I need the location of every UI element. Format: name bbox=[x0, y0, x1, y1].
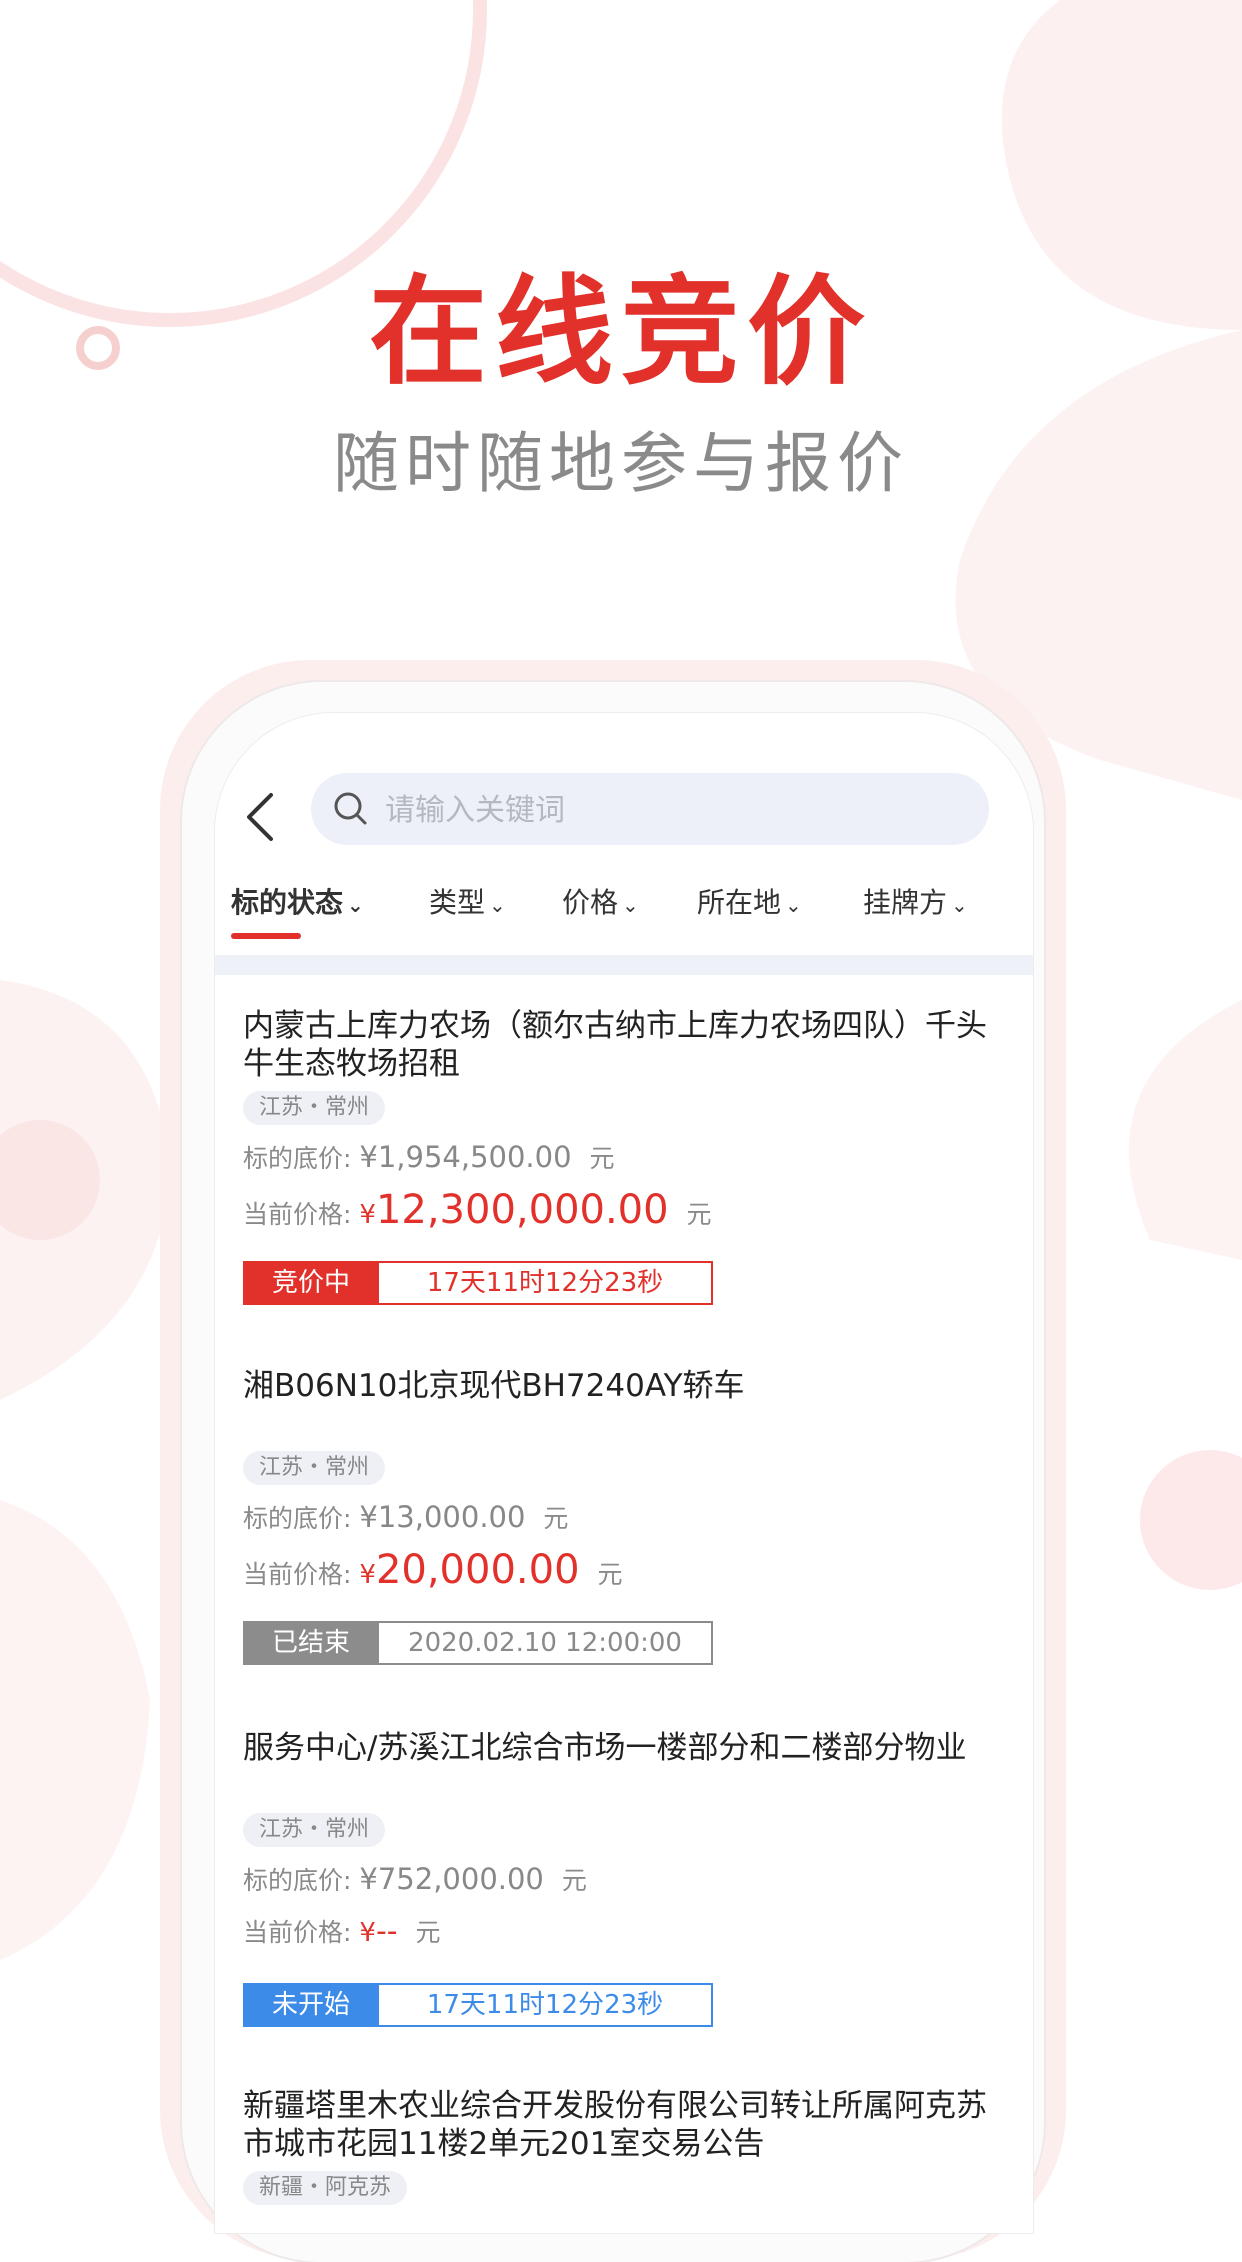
current-price-label: 当前价格: bbox=[243, 1200, 352, 1229]
filter-type[interactable]: 类型 ⌄ bbox=[429, 881, 506, 921]
status-label: 竞价中 bbox=[243, 1261, 379, 1305]
current-price-value: 12,300,000.00 bbox=[375, 1187, 669, 1233]
current-price-label: 当前价格: bbox=[243, 1560, 352, 1589]
item-title: 湘B06N10北京现代BH7240AY轿车 bbox=[243, 1368, 745, 1404]
top-bar: 标的状态⌄ 类型⌄ 价格⌄ 所在地⌄ 挂牌方⌄ bbox=[215, 713, 1033, 963]
status-badge: 未开始 17天11时12分23秒 bbox=[243, 1983, 713, 2027]
hero-subtitle: 随时随地参与报价 bbox=[333, 425, 909, 502]
current-price-row: 当前价格: ¥-- 元 bbox=[243, 1913, 441, 1949]
item-title: 服务中心/苏溪江北综合市场一楼部分和二楼部分物业 bbox=[243, 1730, 967, 1766]
currency-symbol: ¥ bbox=[359, 1200, 376, 1230]
list-item[interactable]: 湘B06N10北京现代BH7240AY轿车 江苏・常州 标的底价: ¥13,00… bbox=[243, 1367, 1003, 1697]
chevron-down-icon: ⌄ bbox=[785, 893, 802, 917]
unit-label: 元 bbox=[686, 1200, 712, 1229]
filter-lister[interactable]: 挂牌方 ⌄ bbox=[863, 881, 968, 921]
currency-symbol: ¥ bbox=[359, 1918, 376, 1948]
unit-label: 元 bbox=[415, 1918, 441, 1947]
countdown: 17天11时12分23秒 bbox=[379, 1261, 713, 1305]
filter-status[interactable]: 标的状态 ⌄ bbox=[231, 881, 364, 921]
item-title: 内蒙古上库力农场（额尔古纳市上库力农场四队）千头牛生态牧场招租 bbox=[243, 1008, 987, 1082]
unit-label: 元 bbox=[589, 1144, 615, 1173]
current-price-row: 当前价格: ¥12,300,000.00 元 bbox=[243, 1187, 712, 1233]
location-tag: 新疆・阿克苏 bbox=[243, 2171, 408, 2205]
unit-label: 元 bbox=[543, 1504, 569, 1533]
filter-price[interactable]: 价格 ⌄ bbox=[562, 881, 639, 921]
filter-label: 标的状态 bbox=[231, 886, 344, 919]
unit-label: 元 bbox=[561, 1866, 587, 1895]
search-bar[interactable] bbox=[311, 773, 989, 847]
filter-label: 价格 bbox=[562, 886, 619, 919]
chevron-down-icon: ⌄ bbox=[951, 893, 968, 917]
list-item[interactable]: 新疆塔里木农业综合开发股份有限公司转让所属阿克苏市城市花园11楼2单元201室交… bbox=[243, 2087, 1003, 2227]
filter-bar: 标的状态 ⌄ 类型 ⌄ 价格 ⌄ 所在地 ⌄ 挂牌方 ⌄ bbox=[215, 881, 1033, 941]
list-item[interactable]: 服务中心/苏溪江北综合市场一楼部分和二楼部分物业 江苏・常州 标的底价: ¥75… bbox=[243, 1729, 1003, 2059]
base-price-value: ¥1,954,500.00 bbox=[359, 1140, 572, 1174]
status-label: 已结束 bbox=[243, 1621, 379, 1665]
filter-location[interactable]: 所在地 ⌄ bbox=[697, 881, 802, 921]
status-badge: 竞价中 17天11时12分23秒 bbox=[243, 1261, 713, 1305]
back-arrow-icon[interactable] bbox=[241, 787, 281, 847]
item-title: 新疆塔里木农业综合开发股份有限公司转让所属阿克苏市城市花园11楼2单元201室交… bbox=[243, 2088, 987, 2162]
list-item[interactable]: 内蒙古上库力农场（额尔古纳市上库力农场四队）千头牛生态牧场招租 江苏・常州 标的… bbox=[243, 1007, 1003, 1337]
search-icon bbox=[334, 792, 367, 825]
active-filter-indicator bbox=[231, 933, 301, 939]
base-price-value: ¥752,000.00 bbox=[359, 1862, 544, 1896]
location-tag: 江苏・常州 bbox=[243, 1813, 386, 1847]
current-price-label: 当前价格: bbox=[243, 1918, 352, 1947]
base-price-row: 标的底价: ¥13,000.00 元 bbox=[243, 1499, 568, 1535]
location-tag: 江苏・常州 bbox=[243, 1451, 386, 1485]
end-time: 2020.02.10 12:00:00 bbox=[379, 1621, 713, 1665]
chevron-down-icon: ⌄ bbox=[622, 893, 639, 917]
chevron-down-icon: ⌄ bbox=[347, 893, 364, 917]
filter-label: 挂牌方 bbox=[863, 886, 948, 919]
phone-screen: 标的状态⌄ 类型⌄ 价格⌄ 所在地⌄ 挂牌方⌄ 内蒙古上库力农场（额尔古纳市上库… bbox=[214, 712, 1034, 2234]
section-divider bbox=[215, 955, 1033, 975]
unit-label: 元 bbox=[597, 1560, 623, 1589]
base-price-label: 标的底价: bbox=[243, 1504, 352, 1533]
base-price-label: 标的底价: bbox=[243, 1144, 352, 1173]
status-label: 未开始 bbox=[243, 1983, 379, 2027]
status-badge: 已结束 2020.02.10 12:00:00 bbox=[243, 1621, 713, 1665]
countdown: 17天11时12分23秒 bbox=[379, 1983, 713, 2027]
base-price-label: 标的底价: bbox=[243, 1866, 352, 1895]
filter-label: 类型 bbox=[429, 886, 486, 919]
currency-symbol: ¥ bbox=[359, 1560, 376, 1590]
current-price-value: 20,000.00 bbox=[375, 1547, 580, 1593]
base-price-row: 标的底价: ¥752,000.00 元 bbox=[243, 1861, 587, 1897]
filter-label: 所在地 bbox=[697, 886, 782, 919]
location-tag: 江苏・常州 bbox=[243, 1091, 386, 1125]
search-input[interactable] bbox=[383, 773, 967, 847]
current-price-value: -- bbox=[375, 1914, 398, 1949]
current-price-row: 当前价格: ¥20,000.00 元 bbox=[243, 1547, 622, 1593]
base-price-value: ¥13,000.00 bbox=[359, 1500, 526, 1534]
base-price-row: 标的底价: ¥1,954,500.00 元 bbox=[243, 1139, 615, 1175]
hero-title: 在线竞价 bbox=[368, 263, 873, 401]
chevron-down-icon: ⌄ bbox=[489, 893, 506, 917]
